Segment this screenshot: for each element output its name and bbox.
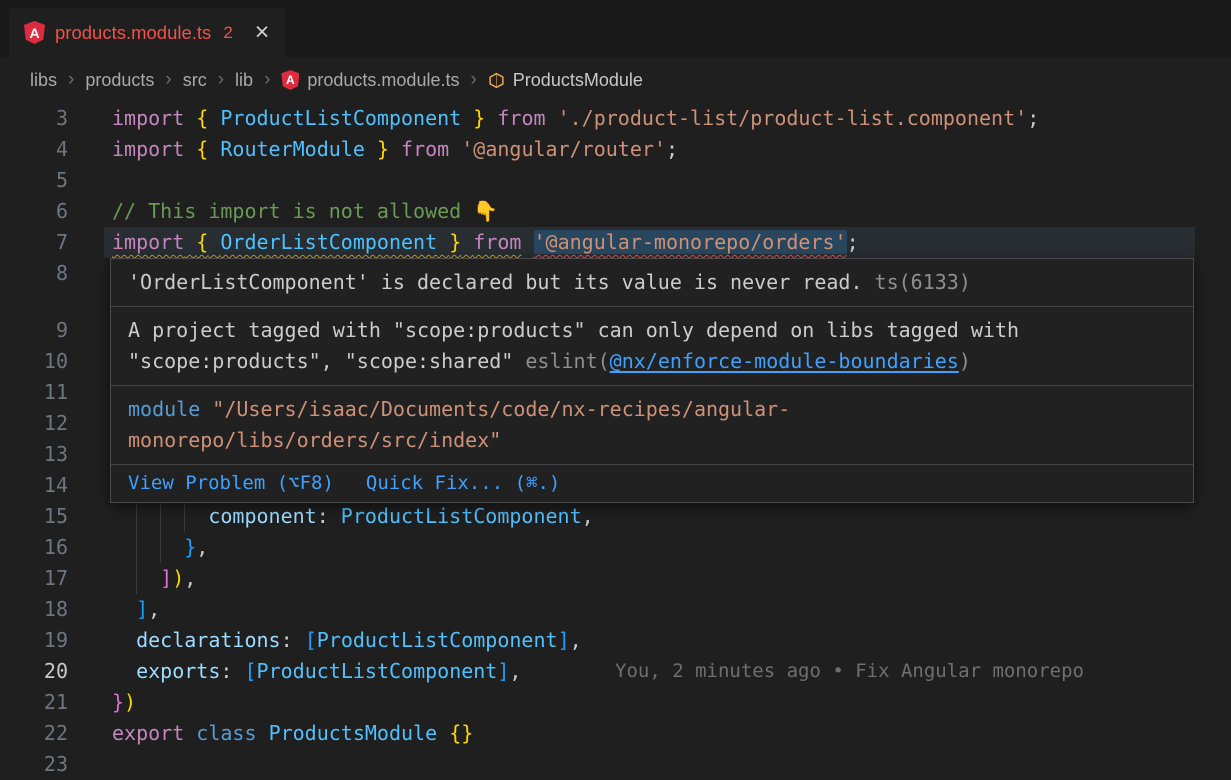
code-line-7[interactable]: 7 import { OrderListComponent } from '@an… [0, 227, 1231, 258]
line-number: 20 [0, 656, 68, 687]
code-line-21[interactable]: 21}) [0, 687, 1231, 718]
hover-text-line: A project tagged with "scope:products" c… [128, 315, 1176, 346]
hover-section-module-path: module "/Users/isaac/Documents/code/nx-r… [111, 386, 1193, 465]
line-number: 18 [0, 594, 68, 625]
line-number: 9 [0, 315, 68, 346]
hover-text-line: "scope:products", "scope:shared" eslint(… [128, 346, 1176, 377]
hover-text-line: module "/Users/isaac/Documents/code/nx-r… [128, 394, 1176, 425]
line-number: 17 [0, 563, 68, 594]
hover-section-ts-message: 'OrderListComponent' is declared but its… [111, 259, 1193, 307]
line-number: 16 [0, 532, 68, 563]
code-line-6[interactable]: 6 // This import is not allowed 👇 [0, 196, 1231, 227]
view-problem-action[interactable]: View Problem (⌥F8) [128, 472, 334, 494]
hover-text-line: monorepo/libs/orders/src/index" [128, 425, 1176, 456]
code-line-text: ], [112, 594, 160, 625]
code-line-text: import { RouterModule } from '@angular/r… [112, 134, 678, 165]
line-number: 15 [0, 501, 68, 532]
code-line-23[interactable]: 23 [0, 749, 1231, 780]
code-line-text: }, [112, 532, 208, 563]
code-line-text: import { ProductListComponent } from './… [112, 103, 1039, 134]
line-number: 8 [0, 258, 68, 289]
code-line-text: ]), [112, 563, 196, 594]
code-line-19[interactable]: 19 declarations: [ProductListComponent], [0, 625, 1231, 656]
line-number: 4 [0, 134, 68, 165]
code-line-20[interactable]: 20 exports: [ProductListComponent], You, … [0, 656, 1231, 687]
code-line-17[interactable]: 17 ]), [0, 563, 1231, 594]
vscode-window: A products.module.ts 2 × libs›products›s… [0, 0, 1231, 780]
code-line-15[interactable]: 15 component: ProductListComponent, [0, 501, 1231, 532]
line-number: 5 [0, 165, 68, 196]
line-number: 19 [0, 625, 68, 656]
code-line-4[interactable]: 4 import { RouterModule } from '@angular/… [0, 134, 1231, 165]
code-line-22[interactable]: 22 export class ProductsModule {} [0, 718, 1231, 749]
line-number: 22 [0, 718, 68, 749]
code-line-text: declarations: [ProductListComponent], [112, 625, 582, 656]
line-number: 23 [0, 749, 68, 780]
hover-section-eslint-message: A project tagged with "scope:products" c… [111, 307, 1193, 386]
code-line-text: component: ProductListComponent, [112, 501, 594, 532]
line-number: 6 [0, 196, 68, 227]
code-line-18[interactable]: 18 ], [0, 594, 1231, 625]
quick-fix--action[interactable]: Quick Fix... (⌘.) [366, 472, 560, 494]
git-blame-annotation: You, 2 minutes ago • Fix Angular monorep… [615, 656, 1084, 687]
code-line-3[interactable]: 3 import { ProductListComponent } from '.… [0, 103, 1231, 134]
code-line-5[interactable]: 5 [0, 165, 1231, 196]
hover-status-bar: View Problem (⌥F8) Quick Fix... (⌘.) [111, 465, 1193, 502]
hover-popup: 'OrderListComponent' is declared but its… [110, 258, 1194, 503]
code-line-text: export class ProductsModule {} [112, 718, 473, 749]
line-number: 14 [0, 470, 68, 501]
code-line-text: import { OrderListComponent } from '@ang… [112, 227, 859, 258]
hover-text-line: 'OrderListComponent' is declared but its… [128, 267, 1176, 298]
line-number: 11 [0, 377, 68, 408]
line-number: 3 [0, 103, 68, 134]
code-line-text: // This import is not allowed 👇 [112, 196, 498, 227]
line-number: 13 [0, 439, 68, 470]
code-line-text: exports: [ProductListComponent], [112, 656, 521, 687]
line-number: 7 [0, 227, 68, 258]
eslint-rule-link[interactable]: @nx/enforce-module-boundaries [610, 349, 959, 373]
code-line-text: }) [112, 687, 136, 718]
line-number: 10 [0, 346, 68, 377]
code-line-16[interactable]: 16 }, [0, 532, 1231, 563]
line-number: 21 [0, 687, 68, 718]
line-number: 12 [0, 408, 68, 439]
